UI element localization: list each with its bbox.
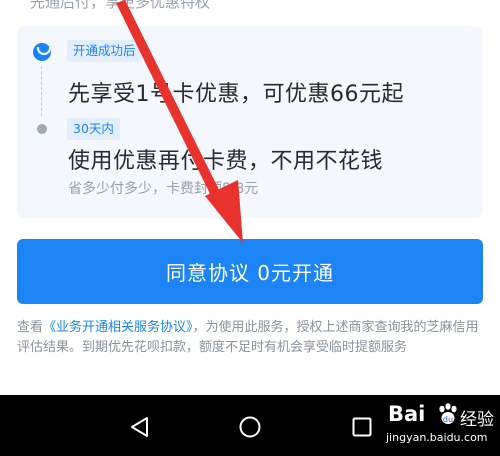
- agree-activate-button[interactable]: 同意协议 0元开通: [17, 239, 483, 304]
- baidu-paw-icon: du: [439, 403, 457, 424]
- back-icon[interactable]: [128, 415, 152, 439]
- service-agreement-link[interactable]: 《业务开通相关服务协议》: [43, 320, 193, 335]
- recent-apps-icon[interactable]: [350, 415, 374, 439]
- home-icon[interactable]: [238, 415, 262, 439]
- step-pending-dot-icon: [37, 124, 47, 134]
- watermark-url: jingyan.baidu.com: [386, 431, 488, 444]
- step-1-title: 先享受1号卡优惠，可优惠66元起: [68, 82, 404, 107]
- screen: 先通后付，享更多优惠特权 开通成功后 先享受1号卡优惠，可优惠66元起 30天内…: [0, 0, 500, 456]
- step-2-title: 使用优惠再付卡费，不用不花钱: [68, 149, 384, 174]
- timeline-connector: [41, 66, 42, 116]
- step-1-tag: 开通成功后: [67, 40, 142, 62]
- step-active-check-icon: [33, 43, 51, 61]
- step-2-tag: 30天内: [67, 118, 120, 140]
- agreement-text: 查看《业务开通相关服务协议》，为使用此服务，授权上述商家查询我的芝麻信用评估结果…: [17, 318, 485, 358]
- watermark-suffix: 经验: [460, 410, 494, 430]
- step-2-subtitle: 省多少付多少，卡费封顶8.8元: [68, 181, 259, 197]
- agreement-prefix: 查看: [17, 320, 44, 335]
- partial-top-text: 先通后付，享更多优惠特权: [30, 0, 211, 11]
- svg-text:du: du: [443, 415, 453, 424]
- baidu-jingyan-watermark: Bai du 经验 jingyan.baidu.com: [386, 400, 500, 450]
- watermark-brand: Bai: [388, 402, 426, 426]
